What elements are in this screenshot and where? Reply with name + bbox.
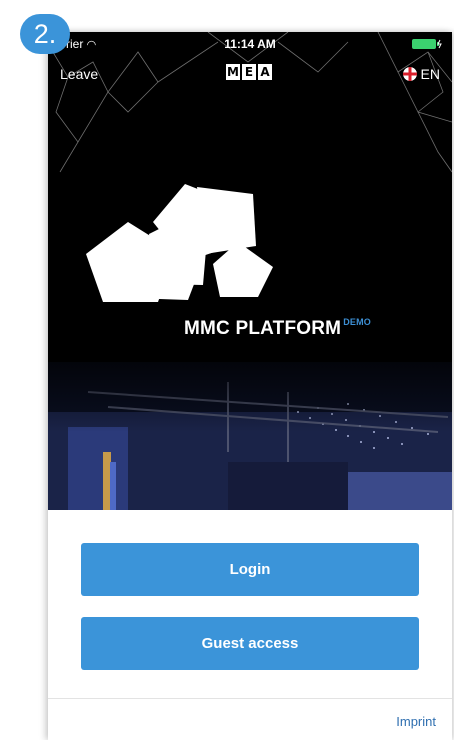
guest-access-button[interactable]: Guest access (81, 617, 419, 670)
phone-screen: rrier ◠ 11:14 AM Leave M E A EN MMC PLAT… (48, 32, 452, 740)
step-badge: 2. (20, 14, 70, 54)
imprint-link[interactable]: Imprint (396, 714, 436, 729)
logo-letter: A (258, 64, 272, 80)
logo-letter: M (226, 64, 240, 80)
login-button[interactable]: Login (81, 543, 419, 596)
uk-flag-icon (402, 67, 417, 81)
nav-bar: Leave M E A EN (48, 60, 452, 88)
footer-divider (48, 698, 452, 699)
leave-button[interactable]: Leave (60, 66, 98, 82)
brand-title: MMC PLATFORM DEMO (184, 317, 371, 340)
status-time: 11:14 AM (224, 37, 276, 51)
hero-background-image (48, 32, 452, 510)
language-label: EN (420, 66, 440, 82)
brand-demo-tag: DEMO (343, 317, 371, 327)
brand-name: MMC PLATFORM (184, 318, 342, 339)
battery-icon (412, 39, 442, 49)
logo-letter: E (242, 64, 256, 80)
mea-logo: M E A (226, 64, 272, 80)
language-selector[interactable]: EN (402, 66, 440, 82)
status-bar: rrier ◠ 11:14 AM (48, 32, 452, 56)
hero-banner: rrier ◠ 11:14 AM Leave M E A EN MMC PLAT… (48, 32, 452, 510)
